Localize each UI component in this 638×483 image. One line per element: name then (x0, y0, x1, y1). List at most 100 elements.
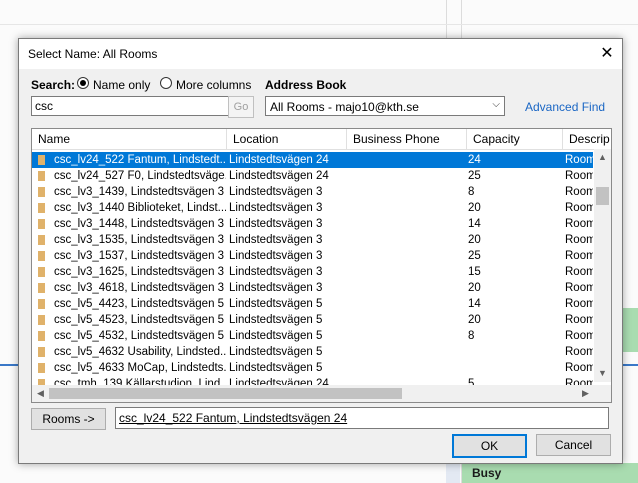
name-only-radio[interactable] (77, 77, 89, 89)
go-button[interactable]: Go (228, 96, 254, 118)
more-columns-label[interactable]: More columns (176, 78, 251, 92)
column-header-name[interactable]: Name (32, 129, 227, 149)
address-book-value: All Rooms - majo10@kth.se (270, 100, 419, 114)
room-icon (38, 171, 45, 181)
list-item[interactable]: csc_lv24_527 F0, Lindstedtsväge... Lindst… (32, 168, 593, 184)
room-description: Room (565, 186, 593, 198)
list-item[interactable]: csc_lv3_4618, Lindstedtsvägen 3 Lindstedt… (32, 280, 593, 296)
room-capacity: 24 (468, 154, 481, 166)
room-description: Room (565, 266, 593, 278)
room-location: Lindstedtsvägen 5 (229, 330, 323, 342)
vertical-scroll-thumb[interactable] (596, 187, 609, 205)
room-icon (38, 363, 45, 373)
room-icon (38, 331, 45, 341)
list-item[interactable]: csc_lv5_4423, Lindstedtsvägen 5 Lindstedt… (32, 296, 593, 312)
room-capacity: 20 (468, 202, 481, 214)
scroll-down-icon[interactable]: ▼ (594, 365, 611, 382)
horizontal-scroll-thumb[interactable] (49, 388, 402, 399)
column-header-location[interactable]: Location (227, 129, 347, 149)
room-description: Room (565, 330, 593, 342)
room-name: csc_lv3_1535, Lindstedtsvägen 3 (54, 234, 225, 246)
scroll-right-icon[interactable]: ▶ (577, 385, 594, 402)
list-item[interactable]: csc_lv24_522 Fantum, Lindstedt... Lindste… (32, 152, 593, 168)
room-description: Room (565, 282, 593, 294)
column-header-description[interactable]: Descrip (563, 129, 611, 149)
column-header-business-phone[interactable]: Business Phone (347, 129, 467, 149)
room-capacity: 14 (468, 218, 481, 230)
search-input[interactable]: csc (31, 96, 229, 116)
room-name: csc_lv5_4632 Usability, Lindsted... (54, 346, 226, 358)
ok-button[interactable]: OK (452, 434, 527, 458)
room-capacity: 14 (468, 298, 481, 310)
list-item[interactable]: csc_lv5_4532, Lindstedtsvägen 5 Lindstedt… (32, 328, 593, 344)
room-name: csc_lv3_4618, Lindstedtsvägen 3 (54, 282, 225, 294)
list-item[interactable]: csc_lv3_1440 Biblioteket, Lindst... Linds… (32, 200, 593, 216)
cancel-button[interactable]: Cancel (536, 434, 611, 456)
room-description: Room (565, 314, 593, 326)
room-location: Lindstedtsvägen 3 (229, 282, 323, 294)
room-icon (38, 235, 45, 245)
list-item[interactable]: csc_lv3_1537, Lindstedtsvägen 3 Lindstedt… (32, 248, 593, 264)
room-capacity: 8 (468, 186, 475, 198)
room-description: Room (565, 362, 593, 374)
room-location: Lindstedtsvägen 24 (229, 154, 329, 166)
scroll-left-icon[interactable]: ◀ (32, 385, 49, 402)
dialog-titlebar: Select Name: All Rooms ✕ (19, 39, 622, 69)
list-item[interactable]: csc_lv5_4523, Lindstedtsvägen 5 Lindstedt… (32, 312, 593, 328)
room-description: Room (565, 170, 593, 182)
busy-label: Busy (472, 466, 502, 480)
room-icon (38, 347, 45, 357)
room-location: Lindstedtsvägen 5 (229, 298, 323, 310)
list-item[interactable]: csc_lv3_1535, Lindstedtsvägen 3 Lindstedt… (32, 232, 593, 248)
room-description: Room (565, 218, 593, 230)
scroll-up-icon[interactable]: ▲ (594, 149, 611, 166)
room-icon (38, 267, 45, 277)
room-name: csc_lv3_1439, Lindstedtsvägen 3 (54, 186, 225, 198)
list-item[interactable]: csc_lv5_4632 Usability, Lindsted... Linds… (32, 344, 593, 360)
room-icon (38, 219, 45, 229)
room-capacity: 8 (468, 330, 475, 342)
room-location: Lindstedtsvägen 3 (229, 266, 323, 278)
address-book-label: Address Book (265, 78, 347, 92)
room-icon (38, 203, 45, 213)
name-only-label[interactable]: Name only (93, 78, 150, 92)
room-name: csc_lv3_1537, Lindstedtsvägen 3 (54, 250, 225, 262)
room-capacity: 20 (468, 314, 481, 326)
room-name: csc_lv24_527 F0, Lindstedtsväge... (54, 170, 226, 182)
list-item[interactable]: csc_lv5_4633 MoCap, Lindstedts... Lindste… (32, 360, 593, 376)
more-columns-radio[interactable] (160, 77, 172, 89)
close-icon[interactable]: ✕ (592, 39, 622, 69)
column-header-capacity[interactable]: Capacity (467, 129, 563, 149)
rooms-list[interactable]: Name Location Business Phone Capacity De… (31, 128, 612, 403)
room-location: Lindstedtsvägen 3 (229, 234, 323, 246)
room-name: csc_lv3_1440 Biblioteket, Lindst... (54, 202, 226, 214)
vertical-scrollbar[interactable]: ▲ ▼ (594, 149, 611, 382)
room-description: Room (565, 154, 593, 166)
horizontal-scrollbar[interactable]: ◀ ▶ (32, 385, 594, 402)
rooms-field[interactable]: csc_lv24_522 Fantum, Lindstedtsvägen 24 (115, 407, 609, 429)
list-header: Name Location Business Phone Capacity De… (32, 129, 611, 150)
list-item[interactable]: csc_lv3_1448, Lindstedtsvägen 3 Lindstedt… (32, 216, 593, 232)
list-item[interactable]: csc_lv3_1439, Lindstedtsvägen 3 Lindstedt… (32, 184, 593, 200)
room-description: Room (565, 250, 593, 262)
room-description: Room (565, 202, 593, 214)
advanced-find-link[interactable]: Advanced Find (525, 100, 605, 114)
select-name-dialog: Select Name: All Rooms ✕ Search: Name on… (18, 38, 623, 464)
room-capacity: 25 (468, 250, 481, 262)
room-name: csc_lv5_4423, Lindstedtsvägen 5 (54, 298, 225, 310)
rooms-field-value: csc_lv24_522 Fantum, Lindstedtsvägen 24 (119, 411, 348, 425)
room-icon (38, 187, 45, 197)
chevron-down-icon: ⌵ (492, 99, 500, 110)
room-name: csc_lv24_522 Fantum, Lindstedt... (54, 154, 226, 166)
list-item[interactable]: csc_lv3_1625, Lindstedtsvägen 3 Lindstedt… (32, 264, 593, 280)
room-description: Room (565, 298, 593, 310)
room-icon (38, 315, 45, 325)
room-location: Lindstedtsvägen 5 (229, 362, 323, 374)
room-capacity: 25 (468, 170, 481, 182)
address-book-select[interactable]: All Rooms - majo10@kth.se ⌵ (265, 96, 505, 116)
room-name: csc_lv5_4532, Lindstedtsvägen 5 (54, 330, 225, 342)
rooms-button[interactable]: Rooms -> (31, 408, 106, 430)
room-description: Room (565, 234, 593, 246)
current-time-line (622, 364, 638, 366)
room-name: csc_lv5_4633 MoCap, Lindstedts... (54, 362, 226, 374)
